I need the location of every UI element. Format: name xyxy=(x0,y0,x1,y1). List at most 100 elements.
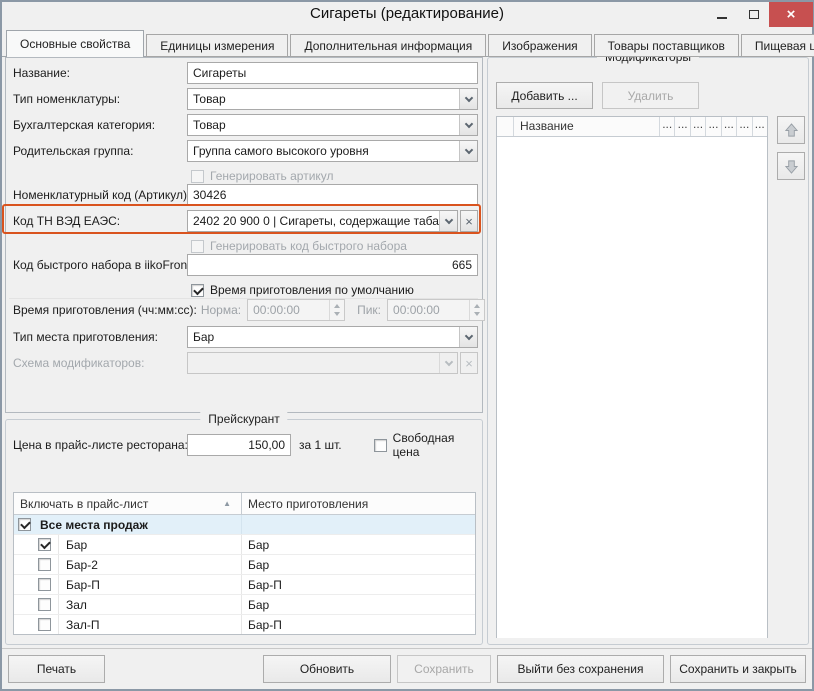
column-header-dots[interactable]: ... xyxy=(660,117,675,136)
main-properties-panel: Название: Тип номенклатуры: Товар Бухгал… xyxy=(5,57,483,413)
move-up-button[interactable] xyxy=(777,116,805,144)
row-name: Бар-2 xyxy=(58,555,98,574)
window-title: Сигареты (редактирование) xyxy=(0,5,814,22)
close-button[interactable]: × xyxy=(769,2,813,27)
column-header-name[interactable]: Название xyxy=(514,117,660,136)
per-unit-label: за 1 шт. xyxy=(299,438,342,452)
tab-images[interactable]: Изображения xyxy=(488,34,591,57)
price-input[interactable] xyxy=(187,434,291,456)
field-row-tnved-code: Код ТН ВЭД ЕАЭС: 2402 20 900 0 | Сигарет… xyxy=(9,210,478,232)
row-name: Зал xyxy=(58,595,87,614)
chevron-down-icon[interactable] xyxy=(459,327,477,347)
tab-units[interactable]: Единицы измерения xyxy=(146,34,288,57)
field-row-cooking-place-type: Тип места приготовления: Бар xyxy=(9,326,478,348)
default-cooking-time-checkbox[interactable] xyxy=(191,284,204,297)
column-header-dots[interactable]: ... xyxy=(722,117,737,136)
article-code-input[interactable] xyxy=(187,184,478,206)
row-checkbox[interactable] xyxy=(38,578,51,591)
nomenclature-type-select[interactable]: Товар xyxy=(187,88,478,110)
table-row-all-places[interactable]: Все места продаж xyxy=(14,515,475,535)
refresh-button[interactable]: Обновить xyxy=(263,655,391,683)
delete-modifier-button: Удалить xyxy=(602,82,699,109)
column-header-dots[interactable]: ... xyxy=(706,117,721,136)
tab-additional-info[interactable]: Дополнительная информация xyxy=(290,34,486,57)
column-header-dots[interactable]: ... xyxy=(737,117,752,136)
name-label: Название: xyxy=(9,66,187,80)
chevron-down-icon[interactable] xyxy=(459,141,477,161)
maximize-icon xyxy=(749,10,759,19)
accounting-category-label: Бухгалтерская категория: xyxy=(9,118,187,132)
field-row-modifier-scheme: Схема модификаторов: × xyxy=(9,352,478,374)
modifiers-table-body xyxy=(497,137,767,638)
tnved-clear-button[interactable]: × xyxy=(460,210,478,232)
minimize-icon xyxy=(717,17,727,19)
nomenclature-type-label: Тип номенклатуры: xyxy=(9,92,187,106)
cooking-place-type-label: Тип места приготовления: xyxy=(9,330,187,344)
table-row[interactable]: Бар Бар xyxy=(14,535,475,555)
chevron-down-icon xyxy=(439,353,457,373)
default-cooking-time-label: Время приготовления по умолчанию xyxy=(210,283,414,297)
cooking-place-type-select[interactable]: Бар xyxy=(187,326,478,348)
tab-main-properties[interactable]: Основные свойства xyxy=(6,30,144,57)
table-row[interactable]: Бар-2 Бар xyxy=(14,555,475,575)
tab-nutrition[interactable]: Пищевая ценность xyxy=(741,34,814,57)
move-down-button[interactable] xyxy=(777,152,805,180)
spinner-arrows-icon xyxy=(329,300,344,320)
modifier-scheme-label: Схема модификаторов: xyxy=(9,356,187,370)
table-row[interactable]: Бар-П Бар-П xyxy=(14,575,475,595)
cooking-time-label: Время приготовления (чч:мм:сс): xyxy=(9,303,201,317)
parent-group-select[interactable]: Группа самого высокого уровня xyxy=(187,140,478,162)
tab-supplier-products[interactable]: Товары поставщиков xyxy=(594,34,739,57)
name-input[interactable] xyxy=(187,62,478,84)
column-header-dots[interactable]: ... xyxy=(753,117,767,136)
norm-time-spinner xyxy=(247,299,345,321)
field-row-nomenclature-type: Тип номенклатуры: Товар xyxy=(9,88,478,110)
column-header-dots[interactable]: ... xyxy=(675,117,690,136)
pricelist-group: Прейскурант Цена в прайс-листе ресторана… xyxy=(5,419,483,645)
save-button: Сохранить xyxy=(397,655,491,683)
modifiers-table: Название ... ... ... ... ... ... ... xyxy=(496,116,768,638)
column-header-dots[interactable]: ... xyxy=(691,117,706,136)
free-price-label: Свободная цена xyxy=(393,431,478,459)
peak-label: Пик: xyxy=(357,303,381,317)
row-checkbox[interactable] xyxy=(18,518,31,531)
field-row-quick-code: Код быстрого набора в iikoFront: xyxy=(9,254,478,276)
arrow-down-icon xyxy=(784,159,799,174)
save-and-close-button[interactable]: Сохранить и закрыть xyxy=(670,655,806,683)
peak-time-input xyxy=(388,300,469,320)
exit-without-saving-button[interactable]: Выйти без сохранения xyxy=(497,655,664,683)
chevron-down-icon[interactable] xyxy=(459,115,477,135)
free-price-checkbox[interactable] xyxy=(374,439,387,452)
table-row[interactable]: Зал-П Бар-П xyxy=(14,615,475,635)
row-checkbox[interactable] xyxy=(38,598,51,611)
tab-bar: Основные свойства Единицы измерения Допо… xyxy=(6,30,808,57)
chevron-down-icon[interactable] xyxy=(439,211,457,231)
row-checkbox[interactable] xyxy=(38,618,51,631)
generate-article-row: Генерировать артикул xyxy=(9,168,478,184)
column-header-empty xyxy=(497,117,514,136)
column-header-place[interactable]: Место приготовления xyxy=(242,497,475,511)
field-row-name: Название: xyxy=(9,62,478,84)
quick-code-input[interactable] xyxy=(187,254,478,276)
maximize-button[interactable] xyxy=(738,2,769,27)
minimize-button[interactable] xyxy=(706,2,738,27)
field-row-accounting-category: Бухгалтерская категория: Товар xyxy=(9,114,478,136)
row-checkbox[interactable] xyxy=(38,538,51,551)
add-modifier-button[interactable]: Добавить ... xyxy=(496,82,593,109)
accounting-category-select[interactable]: Товар xyxy=(187,114,478,136)
table-row[interactable]: Зал Бар xyxy=(14,595,475,615)
row-checkbox[interactable] xyxy=(38,558,51,571)
footer-divider xyxy=(2,648,812,649)
generate-article-checkbox xyxy=(191,170,204,183)
price-row: Цена в прайс-листе ресторана: за 1 шт. С… xyxy=(9,434,478,456)
field-row-article-code: Номенклатурный код (Артикул): xyxy=(9,184,478,206)
row-name: Все места продаж xyxy=(40,518,148,532)
pricelist-table-header: Включать в прайс-лист ▲ Место приготовле… xyxy=(14,493,475,515)
chevron-down-icon[interactable] xyxy=(459,89,477,109)
cooking-time-row: Время приготовления (чч:мм:сс): Норма: П… xyxy=(9,298,478,320)
column-header-include[interactable]: Включать в прайс-лист ▲ xyxy=(14,493,242,514)
spinner-arrows-icon xyxy=(469,300,484,320)
print-button[interactable]: Печать xyxy=(8,655,105,683)
row-name: Бар xyxy=(58,535,87,554)
tnved-select[interactable]: 2402 20 900 0 | Сигареты, содержащие таб… xyxy=(187,210,458,232)
